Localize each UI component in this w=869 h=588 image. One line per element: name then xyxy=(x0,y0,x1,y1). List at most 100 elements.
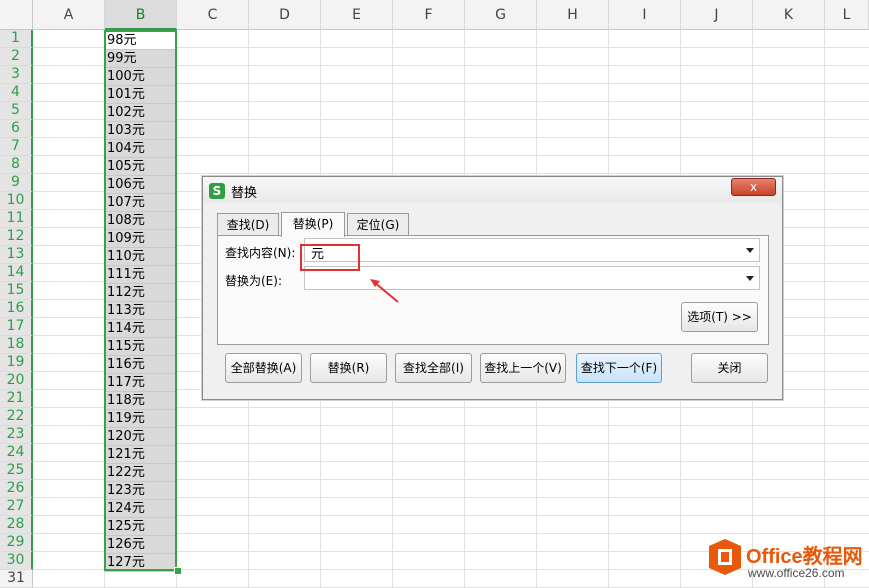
column-header[interactable]: H xyxy=(537,0,609,30)
table-cell[interactable]: 104元 xyxy=(105,140,177,158)
replace-all-button[interactable]: 全部替换(A) xyxy=(225,353,302,383)
table-cell[interactable]: 115元 xyxy=(105,338,177,356)
table-cell[interactable]: 108元 xyxy=(105,212,177,230)
table-cell[interactable]: 123元 xyxy=(105,482,177,500)
table-cell[interactable]: 120元 xyxy=(105,428,177,446)
find-next-button[interactable]: 查找下一个(F) xyxy=(576,353,662,383)
column-header[interactable]: J xyxy=(681,0,753,30)
row-header[interactable]: 1 xyxy=(0,30,33,48)
row-header[interactable]: 31 xyxy=(0,570,33,588)
row-header[interactable]: 10 xyxy=(0,192,33,210)
table-cell[interactable]: 118元 xyxy=(105,392,177,410)
table-cell[interactable]: 100元 xyxy=(105,68,177,86)
row-header[interactable]: 7 xyxy=(0,138,33,156)
row-header[interactable]: 6 xyxy=(0,120,33,138)
column-header[interactable]: F xyxy=(393,0,465,30)
row-header[interactable]: 17 xyxy=(0,318,33,336)
table-cell[interactable]: 124元 xyxy=(105,500,177,518)
row-header[interactable]: 4 xyxy=(0,84,33,102)
column-header[interactable]: E xyxy=(321,0,393,30)
replace-label: 替换为(E): xyxy=(225,274,282,288)
find-input[interactable]: 元 xyxy=(304,238,760,262)
table-cell[interactable]: 114元 xyxy=(105,320,177,338)
table-cell[interactable]: 122元 xyxy=(105,464,177,482)
find-value-highlight-box xyxy=(300,244,360,271)
table-cell[interactable]: 110元 xyxy=(105,248,177,266)
row-header[interactable]: 22 xyxy=(0,408,33,426)
table-cell[interactable]: 121元 xyxy=(105,446,177,464)
dropdown-arrow-icon[interactable] xyxy=(746,248,754,253)
column-header[interactable]: D xyxy=(249,0,321,30)
row-header[interactable]: 11 xyxy=(0,210,33,228)
column-header[interactable]: I xyxy=(609,0,681,30)
select-all-corner[interactable] xyxy=(0,0,33,30)
table-cell[interactable]: 126元 xyxy=(105,536,177,554)
column-header[interactable]: G xyxy=(465,0,537,30)
row-header[interactable]: 2 xyxy=(0,48,33,66)
row-header[interactable]: 21 xyxy=(0,390,33,408)
table-cell[interactable]: 103元 xyxy=(105,122,177,140)
replace-button[interactable]: 替换(R) xyxy=(310,353,387,383)
tab-replace[interactable]: 替换(P) xyxy=(281,212,345,237)
table-cell[interactable]: 119元 xyxy=(105,410,177,428)
row-header[interactable]: 8 xyxy=(0,156,33,174)
active-cell[interactable]: 98元 xyxy=(105,32,177,50)
column-header[interactable]: L xyxy=(825,0,869,30)
options-button[interactable]: 选项(T) >> xyxy=(681,302,758,332)
row-header[interactable]: 26 xyxy=(0,480,33,498)
table-cell[interactable]: 127元 xyxy=(105,554,177,572)
row-header[interactable]: 25 xyxy=(0,462,33,480)
table-cell[interactable]: 111元 xyxy=(105,266,177,284)
find-all-button[interactable]: 查找全部(I) xyxy=(395,353,472,383)
dropdown-arrow-icon[interactable] xyxy=(746,276,754,281)
watermark: Office教程网 www.office26.com xyxy=(700,535,869,587)
table-cell[interactable]: 106元 xyxy=(105,176,177,194)
row-header[interactable]: 19 xyxy=(0,354,33,372)
row-header[interactable]: 24 xyxy=(0,444,33,462)
wps-app-icon: S xyxy=(209,183,225,199)
find-label: 查找内容(N): xyxy=(225,246,296,260)
row-header[interactable]: 28 xyxy=(0,516,33,534)
table-cell[interactable]: 109元 xyxy=(105,230,177,248)
row-header[interactable]: 16 xyxy=(0,300,33,318)
table-cell[interactable]: 125元 xyxy=(105,518,177,536)
row-header[interactable]: 5 xyxy=(0,102,33,120)
replace-dialog: S 替换 x 查找(D) 替换(P) 定位(G) 查找内容(N): 元 替换为(… xyxy=(202,176,783,400)
row-header[interactable]: 14 xyxy=(0,264,33,282)
row-header[interactable]: 29 xyxy=(0,534,33,552)
row-header[interactable]: 20 xyxy=(0,372,33,390)
table-cell[interactable]: 105元 xyxy=(105,158,177,176)
dialog-title: 替换 xyxy=(231,186,258,201)
tab-find[interactable]: 查找(D) xyxy=(217,213,279,236)
dialog-title-bar[interactable]: S 替换 x xyxy=(203,177,782,203)
column-header[interactable]: K xyxy=(753,0,825,30)
table-cell[interactable]: 117元 xyxy=(105,374,177,392)
dialog-close-button[interactable]: 关闭 xyxy=(691,353,768,383)
office-logo-icon xyxy=(709,539,741,575)
row-header[interactable]: 18 xyxy=(0,336,33,354)
row-header[interactable]: 13 xyxy=(0,246,33,264)
row-header[interactable]: 27 xyxy=(0,498,33,516)
column-header[interactable]: A xyxy=(33,0,105,30)
close-icon[interactable]: x xyxy=(731,178,776,196)
table-cell[interactable]: 113元 xyxy=(105,302,177,320)
grid-line xyxy=(824,30,825,587)
tab-goto[interactable]: 定位(G) xyxy=(347,213,409,236)
row-header[interactable]: 23 xyxy=(0,426,33,444)
table-cell[interactable]: 102元 xyxy=(105,104,177,122)
table-cell[interactable]: 99元 xyxy=(105,50,177,68)
table-cell[interactable]: 101元 xyxy=(105,86,177,104)
column-header[interactable]: C xyxy=(177,0,249,30)
table-cell[interactable]: 116元 xyxy=(105,356,177,374)
fill-handle[interactable] xyxy=(174,567,182,575)
row-header[interactable]: 9 xyxy=(0,174,33,192)
table-cell[interactable]: 107元 xyxy=(105,194,177,212)
row-header[interactable]: 12 xyxy=(0,228,33,246)
row-header[interactable]: 30 xyxy=(0,552,33,570)
table-cell[interactable]: 112元 xyxy=(105,284,177,302)
row-header[interactable]: 15 xyxy=(0,282,33,300)
find-previous-button[interactable]: 查找上一个(V) xyxy=(480,353,566,383)
column-header[interactable]: B xyxy=(105,0,177,30)
watermark-url: www.office26.com xyxy=(748,566,845,580)
row-header[interactable]: 3 xyxy=(0,66,33,84)
